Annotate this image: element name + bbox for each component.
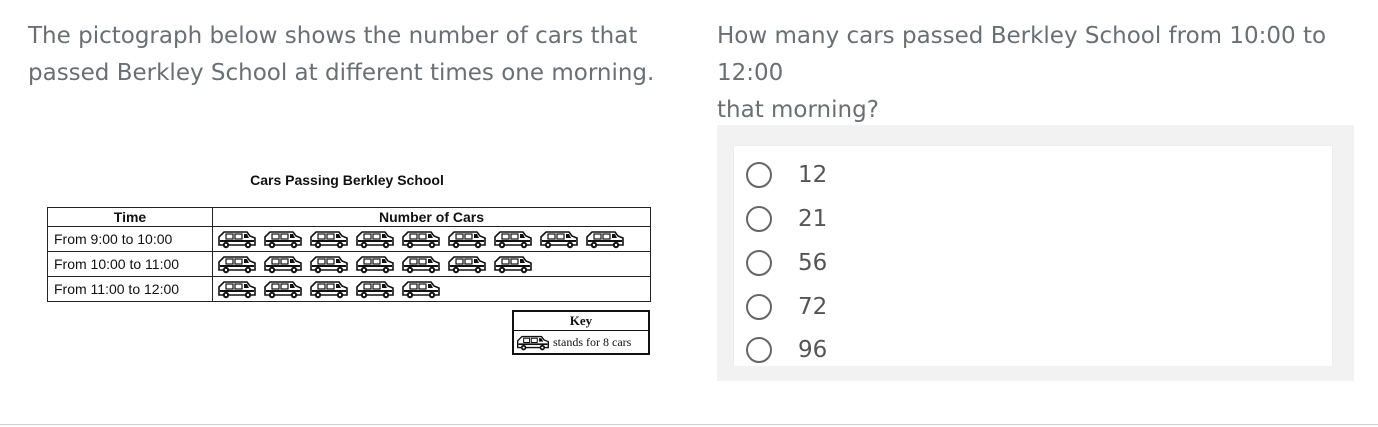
question-text: How many cars passed Berkley School from… — [717, 18, 1367, 129]
option-label: 72 — [798, 294, 828, 320]
time-cell: From 11:00 to 12:00 — [47, 276, 213, 302]
car-icon — [447, 254, 487, 274]
pictograph-header-row: Time Number of Cars — [47, 207, 651, 227]
prompt-line-1: The pictograph below shows the number of… — [28, 23, 638, 49]
radio-button[interactable] — [746, 337, 772, 363]
option-72[interactable]: 72 — [746, 290, 827, 324]
car-icon — [585, 229, 625, 249]
option-56[interactable]: 56 — [746, 246, 827, 280]
cars-column-header: Number of Cars — [212, 207, 651, 227]
question-line-2: that morning? — [717, 97, 879, 123]
car-icon — [263, 279, 303, 299]
pictograph-title: Cars Passing Berkley School — [250, 172, 444, 188]
car-icon — [401, 229, 441, 249]
pictograph-row: From 9:00 to 10:00 — [47, 226, 651, 252]
prompt-line-2: passed Berkley School at different times… — [28, 60, 655, 86]
car-icon — [355, 229, 395, 249]
pictograph-row: From 11:00 to 12:00 — [47, 276, 651, 302]
car-icon — [447, 229, 487, 249]
car-icon — [263, 229, 303, 249]
pictograph-row: From 10:00 to 11:00 — [47, 251, 651, 277]
option-label: 56 — [798, 250, 828, 276]
car-icon — [217, 229, 257, 249]
pictograph-key: Key stands for 8 cars — [512, 310, 650, 355]
radio-button[interactable] — [746, 250, 772, 276]
time-cell: From 9:00 to 10:00 — [47, 226, 213, 252]
car-icon — [309, 229, 349, 249]
option-label: 96 — [798, 337, 828, 363]
car-icon — [401, 279, 441, 299]
car-icons-cell — [212, 276, 651, 302]
car-icon — [401, 254, 441, 274]
car-icon — [263, 254, 303, 274]
car-icon — [516, 334, 550, 351]
car-icon — [309, 279, 349, 299]
car-icon — [493, 229, 533, 249]
answer-options: 12 21 56 72 96 — [733, 145, 1333, 366]
car-icons-cell — [212, 226, 651, 252]
option-label: 21 — [798, 206, 828, 232]
option-label: 12 — [798, 162, 828, 188]
answer-panel: 12 21 56 72 96 — [717, 125, 1354, 381]
divider — [0, 424, 1378, 425]
car-icon — [493, 254, 533, 274]
radio-button[interactable] — [746, 294, 772, 320]
car-icon — [355, 254, 395, 274]
option-21[interactable]: 21 — [746, 202, 827, 236]
car-icon — [309, 254, 349, 274]
car-icon — [539, 229, 579, 249]
option-12[interactable]: 12 — [746, 158, 827, 192]
time-cell: From 10:00 to 11:00 — [47, 251, 213, 277]
prompt-text: The pictograph below shows the number of… — [28, 18, 668, 92]
car-icons-cell — [212, 251, 651, 277]
key-row: stands for 8 cars — [514, 331, 648, 353]
radio-button[interactable] — [746, 206, 772, 232]
pictograph-figure: Cars Passing Berkley School Time Number … — [47, 170, 667, 370]
car-icon — [217, 279, 257, 299]
pictograph-table: Time Number of Cars From 9:00 to 10:00 F… — [47, 207, 651, 302]
key-text: stands for 8 cars — [553, 334, 632, 349]
car-icon — [217, 254, 257, 274]
car-icon — [355, 279, 395, 299]
radio-button[interactable] — [746, 162, 772, 188]
key-title: Key — [514, 312, 648, 331]
option-96[interactable]: 96 — [746, 333, 827, 367]
question-line-1: How many cars passed Berkley School from… — [717, 23, 1327, 86]
time-column-header: Time — [47, 207, 213, 227]
